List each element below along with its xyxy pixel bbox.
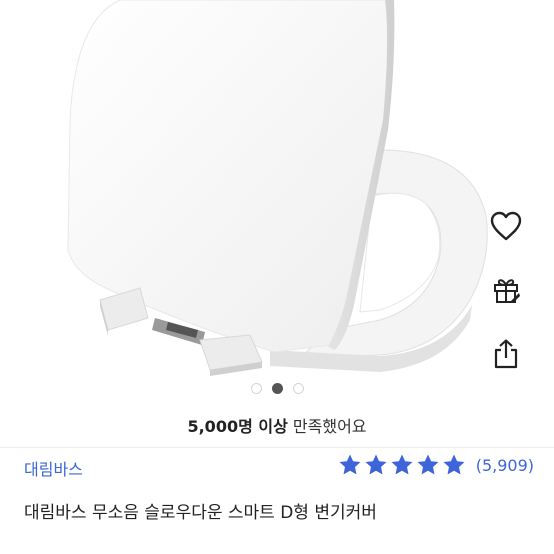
gift-icon	[494, 279, 520, 303]
review-count[interactable]: (5,909)	[476, 456, 534, 475]
satisfaction-suffix: 만족했어요	[292, 417, 367, 436]
carousel-dot[interactable]	[292, 383, 304, 394]
star-icon	[443, 454, 465, 475]
satisfaction-count: 5,000명 이상	[187, 417, 288, 436]
product-image[interactable]	[0, 0, 554, 382]
satisfaction-summary: 5,000명 이상 만족했어요	[0, 413, 554, 437]
wishlist-button[interactable]	[486, 205, 526, 247]
gift-button[interactable]	[486, 269, 526, 311]
carousel-indicators	[0, 383, 554, 394]
star-icon	[365, 454, 387, 475]
toilet-seat-illustration	[67, 0, 488, 376]
share-button[interactable]	[486, 333, 526, 375]
star-icon	[391, 454, 413, 475]
rating[interactable]: (5,909)	[338, 453, 534, 477]
share-icon	[494, 339, 518, 369]
heart-icon	[490, 211, 522, 241]
star-icon	[417, 454, 439, 475]
carousel-dot-active[interactable]	[271, 383, 283, 394]
star-icon	[339, 454, 361, 475]
product-title: 대림바스 무소음 슬로우다운 스마트 D형 변기커버	[24, 503, 377, 523]
divider	[0, 447, 554, 448]
carousel-dot[interactable]	[250, 383, 262, 394]
product-actions	[486, 205, 526, 375]
brand-link[interactable]: 대림바스	[24, 456, 83, 480]
